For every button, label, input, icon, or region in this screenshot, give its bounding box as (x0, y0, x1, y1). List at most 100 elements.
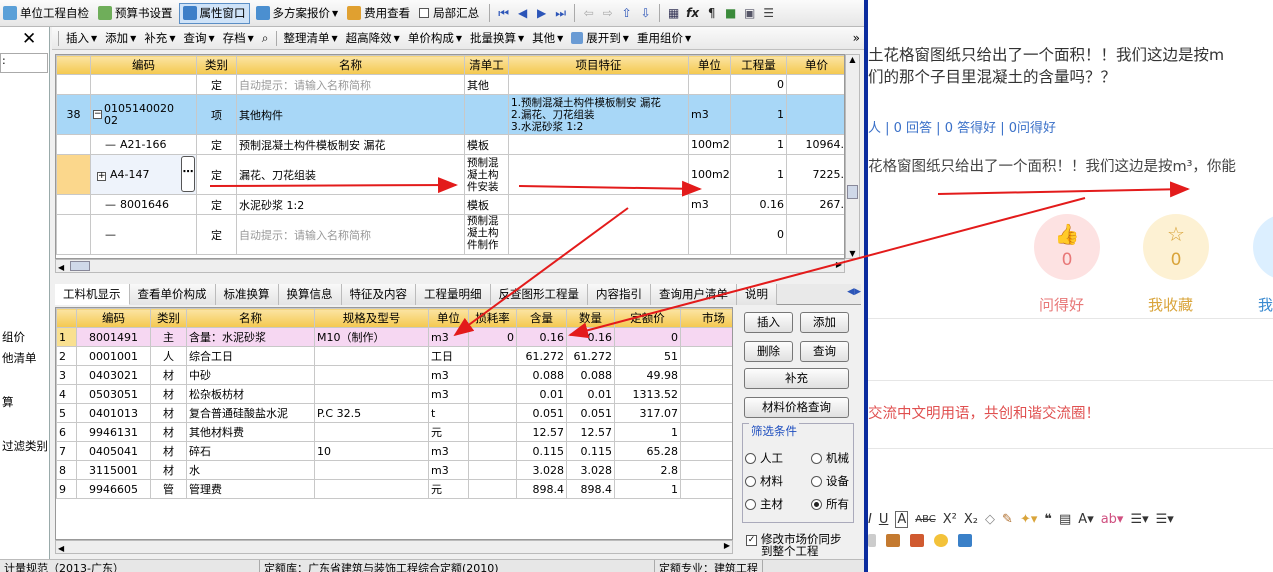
scroll-left-icon[interactable]: ◀ (58, 263, 64, 272)
ordered-list-icon[interactable]: ☰▾ (1130, 512, 1148, 527)
loss-rate-cell[interactable] (468, 460, 517, 480)
quantity-cell[interactable]: 0.051 (566, 403, 615, 423)
tab-quantity-detail[interactable]: 工程量明细 (416, 284, 491, 305)
col-header[interactable]: 名称 (236, 55, 465, 75)
quantity-cell[interactable]: 0.115 (566, 441, 615, 461)
query-button[interactable]: 查询 (800, 341, 849, 362)
market-price-cell[interactable]: 1 (680, 384, 732, 404)
content-cell[interactable]: 0.115 (516, 441, 567, 461)
tab-conversion-info[interactable]: 换算信息 (278, 284, 342, 305)
spec-cell[interactable] (314, 384, 429, 404)
last-icon[interactable]: ⏭ (552, 5, 569, 22)
table-row[interactable]: —8001646 定 水泥砂浆 1:2 模板 m3 0.16 267. (56, 194, 844, 215)
name-cell[interactable]: 漏花、刀花组装 (236, 154, 465, 195)
scroll-left-icon[interactable]: ◀ (58, 544, 64, 553)
table-row[interactable]: 1 8001491 主含量：水泥砂浆 M10（制作） m3 0 0.16 0.16 0 (56, 327, 732, 347)
emoji-icon[interactable] (934, 534, 948, 547)
table-row[interactable]: 9 9946605 管管理费元 898.4 898.4 1 (56, 479, 732, 499)
col-header[interactable]: 单位 (688, 55, 731, 75)
qty-cell[interactable]: 1 (730, 134, 787, 155)
code-cell[interactable]: 0401013 (76, 403, 151, 423)
col-header[interactable]: 清单工 (464, 55, 509, 75)
delete-button[interactable]: 删除 (744, 341, 793, 362)
code-cell[interactable]: — (90, 214, 197, 255)
unit-cell[interactable]: 工日 (428, 346, 469, 366)
unit-cell[interactable]: 100m2 (688, 154, 731, 195)
supplement-menu[interactable]: 补充 ▼ (140, 30, 179, 46)
content-cell[interactable]: 0.051 (516, 403, 567, 423)
code-cell[interactable]: 9946605 (76, 479, 151, 499)
market-price-cell[interactable] (680, 460, 732, 480)
multi-plan-quote-button[interactable]: 多方案报价 ▼ (253, 3, 342, 24)
content-cell[interactable]: 61.272 (516, 346, 567, 366)
qty-cell[interactable]: 0 (730, 214, 787, 255)
unit-cell[interactable] (688, 214, 731, 255)
name-cell[interactable]: 其他构件 (236, 94, 465, 135)
table-row[interactable]: 7 0405041 材碎石 10 m3 0.115 0.115 65.28 (56, 441, 732, 461)
unit-cell[interactable]: m3 (688, 94, 731, 135)
sidebar-item-other-list[interactable]: 他清单 (2, 350, 37, 366)
scroll-down-icon[interactable]: ▼ (846, 249, 859, 258)
market-price-cell[interactable] (680, 479, 732, 499)
name-cell[interactable]: 水泥砂浆 1:2 (236, 194, 465, 215)
sidebar-input[interactable]: : (0, 53, 48, 73)
more-button[interactable]: ⋯ (181, 156, 195, 192)
code-cell[interactable]: 0503051 (76, 384, 151, 404)
expand-to-menu[interactable]: 展开到 ▼ (567, 30, 633, 46)
type-cell[interactable]: 管 (150, 479, 187, 499)
type-cell[interactable]: 材 (150, 384, 187, 404)
code-cell[interactable] (90, 74, 197, 95)
code-cell[interactable]: 8001491 (76, 327, 151, 347)
quota-price-cell[interactable]: 1313.52 (614, 384, 681, 404)
quantity-cell[interactable]: 898.4 (566, 479, 615, 499)
properties-window-button[interactable]: 属性窗口 (178, 2, 250, 24)
tab-features[interactable]: 特征及内容 (341, 284, 416, 305)
spec-cell[interactable] (314, 422, 429, 442)
feature-cell[interactable]: 1.预制混凝土构件模板制安 漏花 2.漏花、刀花组装 3.水泥砂浆 1:2 (508, 94, 689, 135)
loss-rate-cell[interactable]: 0 (468, 327, 517, 347)
question-stats[interactable]: 人 | 0 回答 | 0 答得好 | 0问得好 (868, 117, 1056, 136)
underline-icon[interactable]: U (879, 512, 889, 527)
favorite-button[interactable]: ☆ 0 (1143, 214, 1209, 280)
col-header[interactable]: 规格及型号 (314, 308, 429, 328)
filter-main-material-radio[interactable]: 主材 (745, 496, 783, 512)
italic-icon[interactable]: I (868, 512, 872, 527)
type-cell[interactable]: 材 (150, 365, 187, 385)
name-cell[interactable]: 综合工日 (186, 346, 315, 366)
table-row-selected[interactable]: 38 −010514002002 项 其他构件 1.预制混凝土构件模板制安 漏花… (56, 94, 844, 135)
feature-cell[interactable] (508, 194, 689, 215)
unit-cell[interactable]: m3 (688, 194, 731, 215)
type-cell[interactable]: 项 (196, 94, 237, 135)
quantity-cell[interactable]: 12.57 (566, 422, 615, 442)
type-cell[interactable]: 定 (196, 214, 237, 255)
insert-button[interactable]: 插入 (744, 312, 793, 333)
col-header[interactable]: 定额价 (614, 308, 681, 328)
budget-settings-button[interactable]: 预算书设置 (95, 3, 176, 24)
tab-scroll-icon[interactable]: ◀▶ (847, 287, 861, 297)
quota-price-cell[interactable]: 49.98 (614, 365, 681, 385)
col-header[interactable]: 名称 (186, 308, 315, 328)
magic-icon[interactable]: ✦▾ (1020, 512, 1037, 527)
type-cell[interactable]: 主 (150, 327, 187, 347)
content-cell[interactable]: 0.16 (516, 327, 567, 347)
qty-cell[interactable]: 1 (730, 154, 787, 195)
quota-price-cell[interactable]: 65.28 (614, 441, 681, 461)
table-row[interactable]: 40503051材松杂板枋材m30.010.011313.521 (56, 384, 732, 404)
table-row[interactable]: + A4-147 ⋯ 定 漏花、刀花组装 预制混凝土构件安装 100m2 1 722… (56, 154, 844, 195)
sidebar-item-filter-category[interactable]: 过滤类别 (2, 438, 48, 454)
archive-menu[interactable]: 存档 ▼ (219, 30, 258, 46)
list-icon[interactable]: ☰ (760, 5, 777, 22)
reuse-pricing-menu[interactable]: 重用组价 ▼ (633, 30, 695, 46)
code-cell[interactable]: —8001646 (90, 194, 197, 215)
tab-standard-conversion[interactable]: 标准换算 (215, 284, 279, 305)
arrow-right-icon[interactable]: ⇨ (599, 5, 616, 22)
spec-cell[interactable]: M10（制作） (314, 327, 429, 347)
qty-cell[interactable]: 0.16 (730, 194, 787, 215)
unit-self-check-button[interactable]: 单位工程自检 (0, 3, 92, 24)
name-cell[interactable]: 预制混凝土构件模板制安 漏花 (236, 134, 465, 155)
quantity-cell[interactable]: 0.16 (566, 327, 615, 347)
content-cell[interactable]: 898.4 (516, 479, 567, 499)
code-cell[interactable]: 0001001 (76, 346, 151, 366)
table-row[interactable]: 3 0403021 材中砂 m3 0.088 0.088 49.98 (56, 365, 732, 385)
col-header[interactable]: 单位 (428, 308, 469, 328)
